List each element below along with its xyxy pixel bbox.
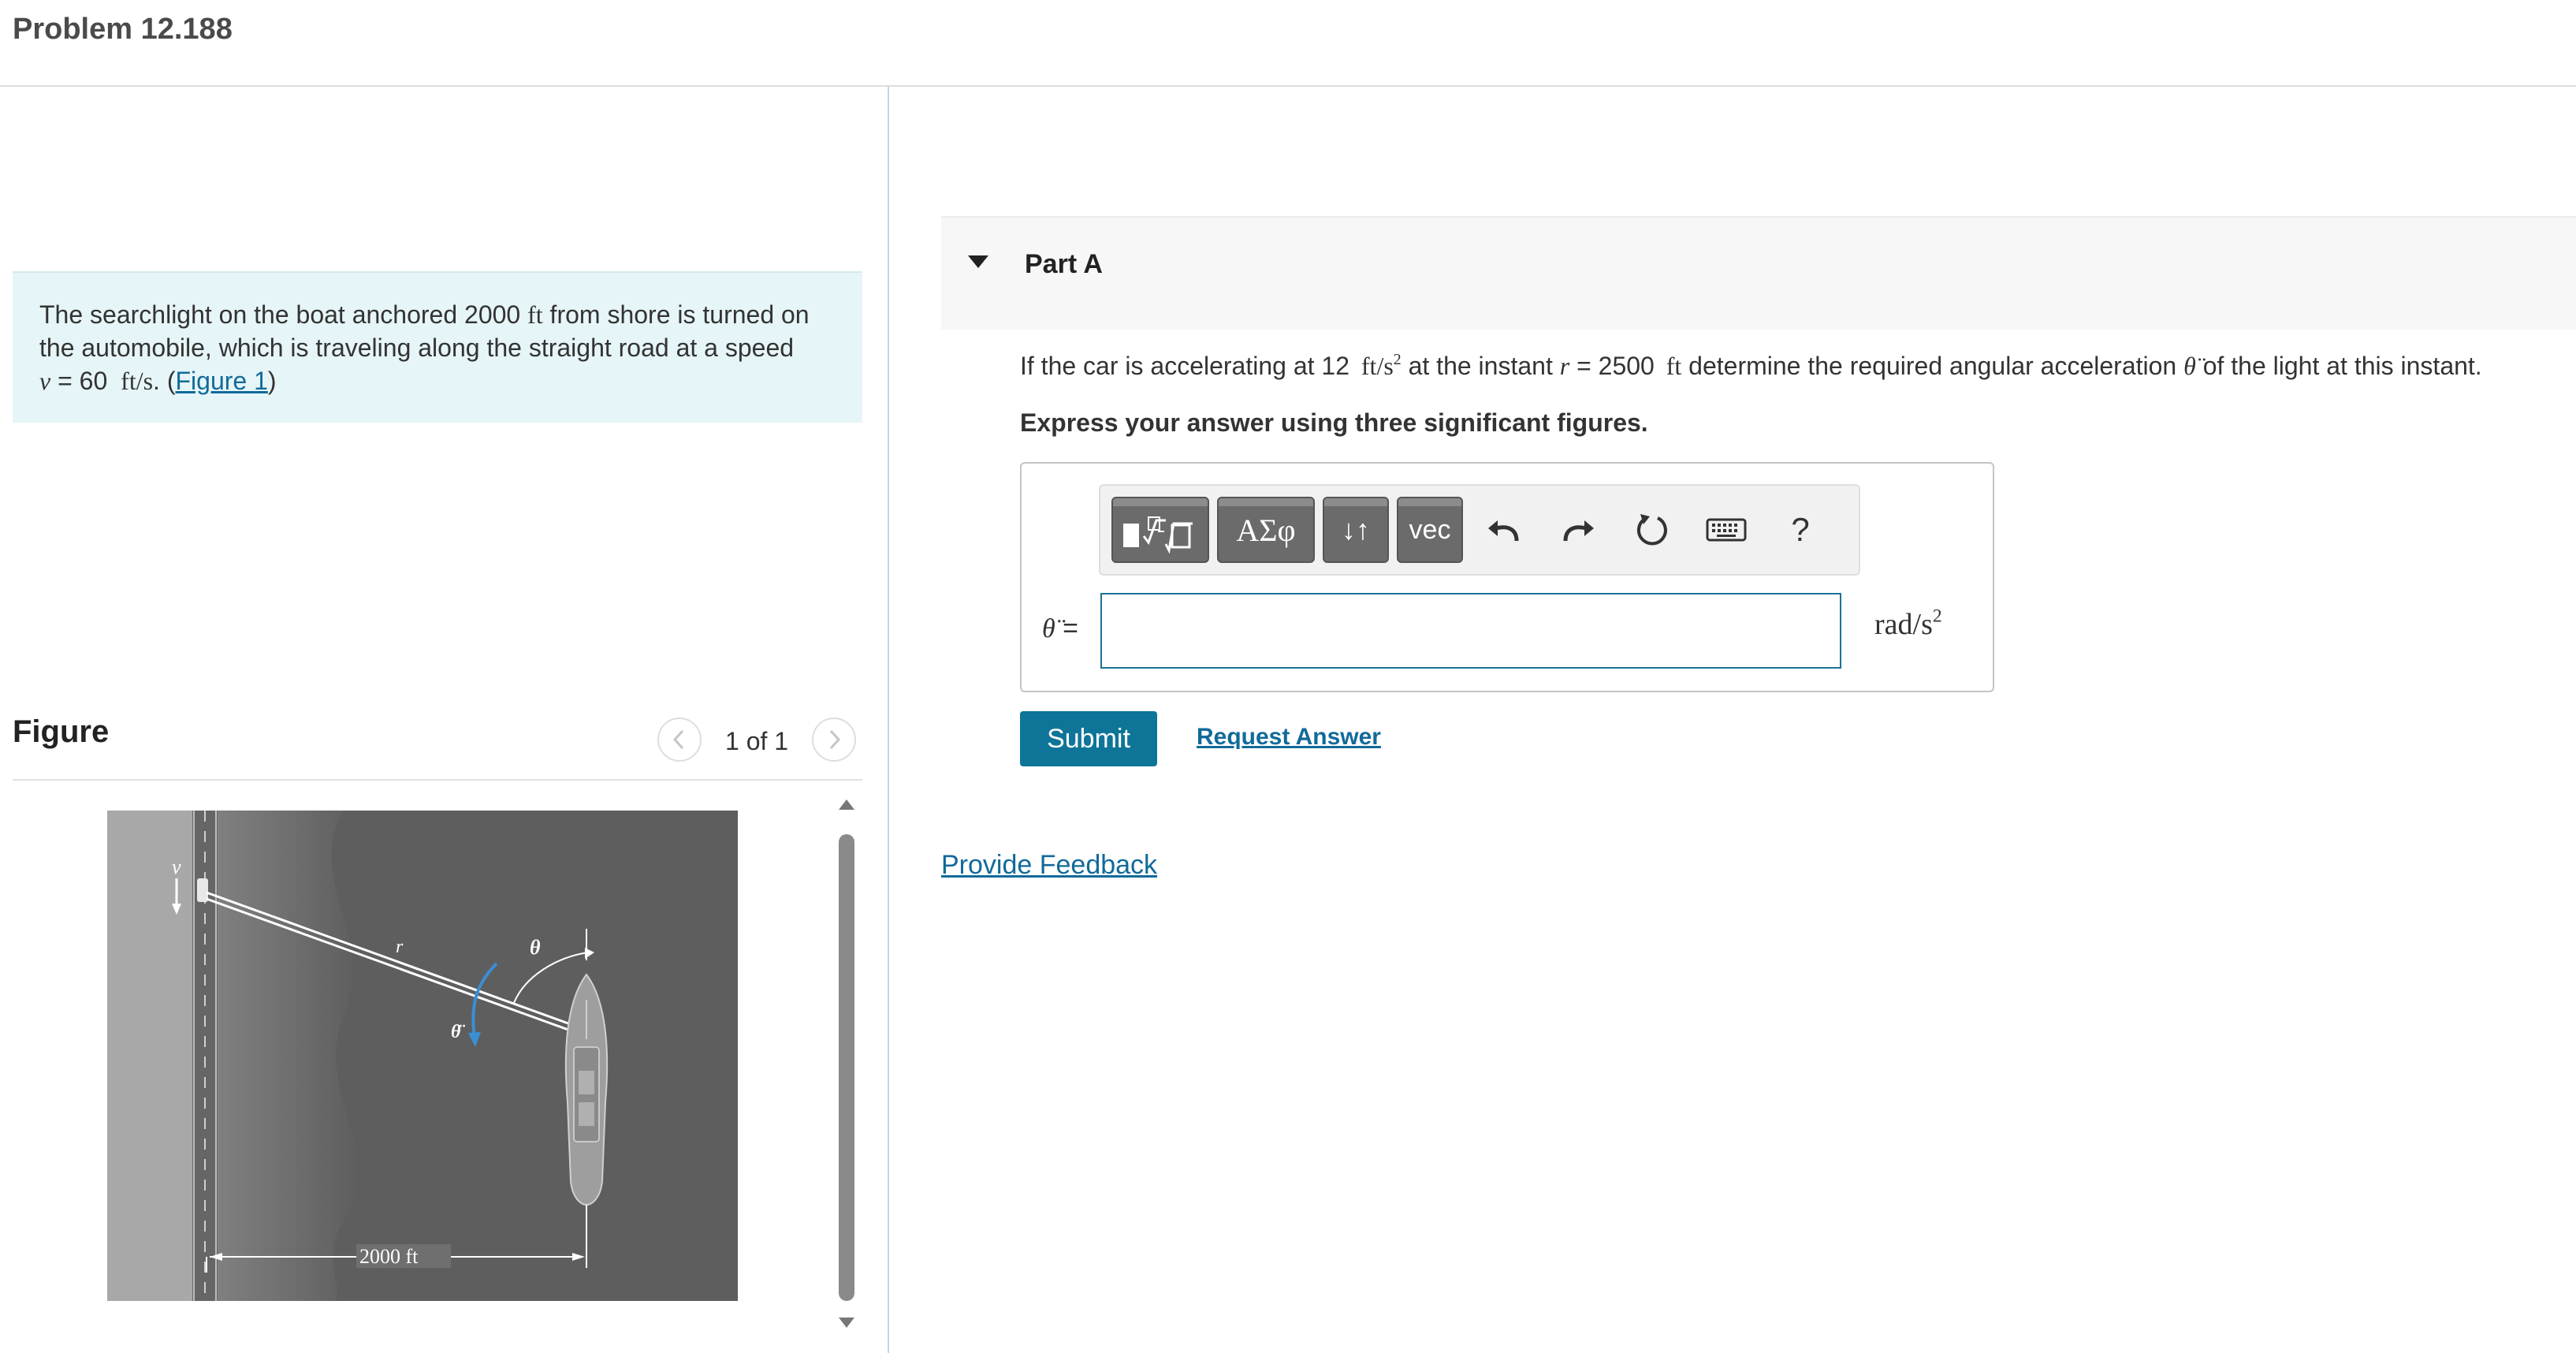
scroll-up-icon[interactable] (836, 796, 857, 812)
figure-link[interactable]: Figure 1 (175, 367, 267, 395)
figure-label-v: v (172, 855, 181, 878)
help-button[interactable]: ? (1772, 501, 1829, 558)
problem-statement: The searchlight on the boat anchored 200… (13, 271, 862, 423)
theta-ddot-symbol: θ̈ (2183, 352, 2196, 380)
part-a-question: If the car is accelerating at 12 ft/s2 a… (1020, 352, 2482, 381)
r-value: = 2500 (1576, 352, 1655, 380)
statement-text: . ( (153, 367, 176, 395)
question-text: of the light at this instant. (2202, 352, 2482, 380)
header-divider (0, 85, 2576, 87)
figure-image: v r θ θ̈ 2000 ft (107, 811, 738, 1301)
figure-label-r: r (396, 937, 404, 957)
answer-input[interactable] (1100, 593, 1841, 669)
undo-button[interactable] (1476, 501, 1532, 558)
help-icon: ? (1791, 511, 1810, 548)
figure-heading: Figure (13, 714, 110, 749)
templates-button[interactable] (1111, 497, 1209, 563)
undo-icon (1488, 520, 1519, 542)
fraction-root-icon (1123, 516, 1193, 554)
figure-counter: 1 of 1 (725, 727, 789, 755)
velocity-symbol: v (39, 367, 51, 395)
r-unit: ft (1666, 352, 1682, 380)
redo-icon (1563, 520, 1594, 542)
part-a-instruction: Express your answer using three signific… (1020, 408, 1648, 437)
figure-divider (13, 779, 862, 781)
question-text: at the instant (1408, 352, 1553, 380)
statement-unit-ft: ft (527, 300, 543, 329)
request-answer-link[interactable]: Request Answer (1197, 724, 1381, 751)
figure-scrollbar-thumb[interactable] (839, 834, 854, 1301)
figure-prev-button[interactable] (657, 718, 702, 762)
reset-button[interactable] (1624, 501, 1681, 558)
chevron-left-icon (672, 729, 684, 750)
submit-button[interactable]: Submit (1020, 711, 1157, 766)
statement-text: the automobile, which is traveling along… (39, 334, 795, 362)
part-a-header[interactable] (941, 216, 2576, 330)
pane-divider[interactable] (888, 87, 889, 1353)
answer-units: rad/s2 (1874, 606, 1942, 641)
vector-button[interactable]: vec (1397, 497, 1463, 563)
accel-unit: ft/s2 (1361, 351, 1402, 380)
math-toolbar: ΑΣφ ↓↑ vec ? (1099, 484, 1860, 576)
figure-next-button[interactable] (812, 718, 856, 762)
car (197, 878, 208, 902)
figure-label-theta: θ (530, 936, 541, 959)
statement-text: The searchlight on the boat anchored 200… (39, 300, 521, 329)
redo-button[interactable] (1550, 501, 1606, 558)
question-text: If the car is accelerating at 12 (1020, 352, 1349, 380)
greek-symbols-button[interactable]: ΑΣφ (1217, 497, 1315, 563)
velocity-unit: ft/s (121, 367, 154, 395)
provide-feedback-link[interactable]: Provide Feedback (941, 850, 1157, 881)
keyboard-icon (1706, 518, 1747, 542)
reset-icon (1636, 514, 1667, 546)
statement-text: from shore is turned on (549, 300, 810, 329)
answer-variable-label: θ̈ = (1042, 613, 1079, 643)
subscript-superscript-button[interactable]: ↓↑ (1323, 497, 1389, 563)
keyboard-button[interactable] (1698, 501, 1755, 558)
caret-down-icon[interactable] (966, 254, 990, 270)
chevron-right-icon (829, 729, 841, 750)
scroll-down-icon[interactable] (836, 1315, 857, 1331)
statement-text: ) (267, 367, 277, 395)
question-text: determine the required angular accelerat… (1688, 352, 2177, 380)
part-a-title: Part A (1025, 249, 1103, 279)
page-title: Problem 12.188 (13, 13, 233, 46)
r-symbol: r (1559, 352, 1570, 380)
figure-label-distance: 2000 ft (359, 1245, 419, 1268)
velocity-value: = 60 (58, 367, 108, 395)
